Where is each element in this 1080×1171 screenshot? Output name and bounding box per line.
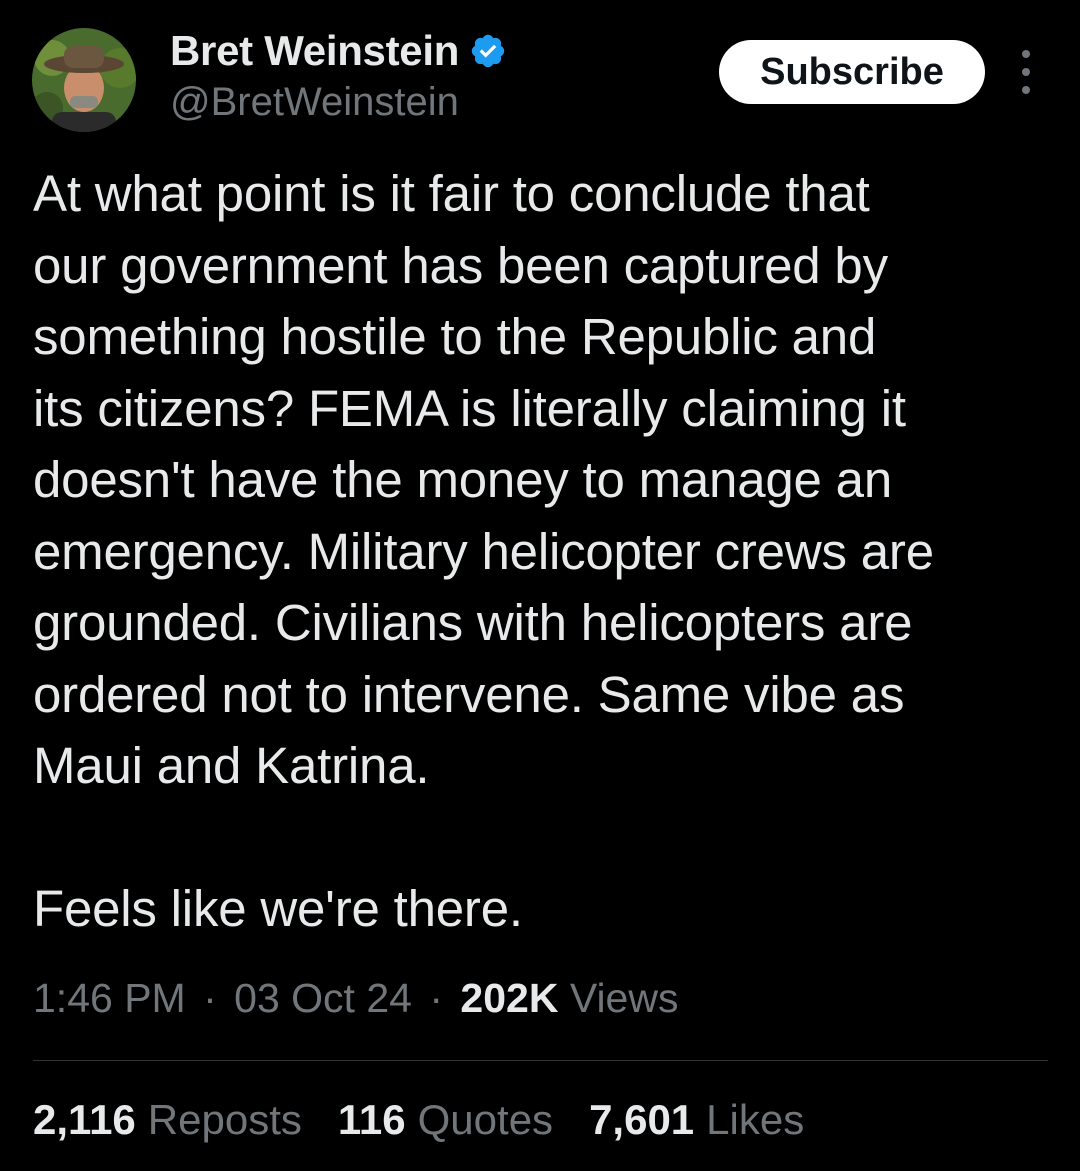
author-names: Bret Weinstein @BretWeinstein: [170, 26, 507, 125]
meta-separator: ·: [203, 975, 217, 1021]
quotes-label: Quotes: [417, 1096, 554, 1143]
quotes-stat[interactable]: 116 Quotes: [338, 1096, 553, 1144]
avatar-photo-icon: [32, 28, 136, 132]
likes-label: Likes: [706, 1096, 805, 1143]
reposts-label: Reposts: [147, 1096, 302, 1143]
more-vertical-icon[interactable]: [1008, 50, 1044, 94]
avatar[interactable]: [32, 28, 136, 132]
tweet-header: Bret Weinstein @BretWeinstein Subscribe: [0, 0, 1080, 140]
dot: [1022, 50, 1030, 58]
display-name-row: Bret Weinstein: [170, 26, 507, 76]
likes-count: 7,601: [589, 1096, 695, 1143]
tweet-meta: 1:46 PM · 03 Oct 24 · 202K Views: [33, 975, 678, 1022]
display-name[interactable]: Bret Weinstein: [170, 27, 459, 75]
reposts-count: 2,116: [33, 1096, 136, 1143]
views-count: 202K: [460, 975, 559, 1021]
tweet-text: At what point is it fair to conclude tha…: [33, 165, 934, 937]
subscribe-button[interactable]: Subscribe: [719, 40, 985, 104]
quotes-count: 116: [337, 1096, 406, 1143]
dot: [1022, 86, 1030, 94]
reposts-stat[interactable]: 2,116 Reposts: [33, 1096, 302, 1144]
views-label: Views: [569, 975, 679, 1021]
author-handle[interactable]: @BretWeinstein: [170, 80, 507, 125]
divider: [33, 1060, 1048, 1061]
verified-badge-icon[interactable]: [469, 32, 507, 70]
tweet-time[interactable]: 1:46 PM: [33, 975, 186, 1021]
tweet-date[interactable]: 03 Oct 24: [234, 975, 412, 1021]
engagement-stats: 2,116 Reposts 116 Quotes 7,601 Likes: [33, 1096, 840, 1144]
likes-stat[interactable]: 7,601 Likes: [589, 1096, 804, 1144]
dot: [1022, 68, 1030, 76]
meta-separator: ·: [429, 975, 444, 1021]
